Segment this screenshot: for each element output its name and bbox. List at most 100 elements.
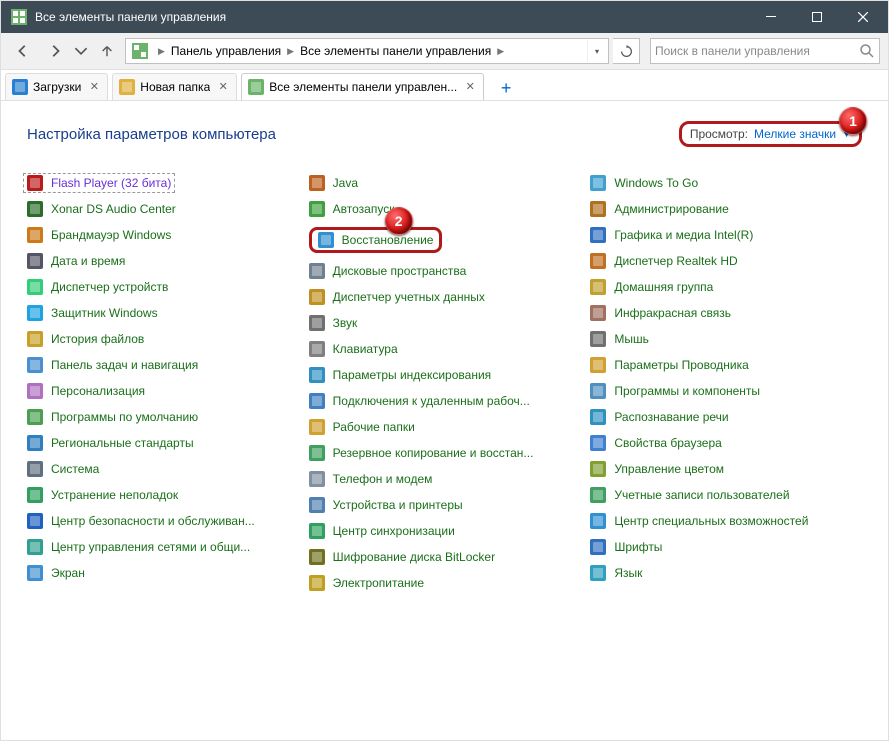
folder-icon [119,79,135,95]
up-button[interactable] [93,37,121,65]
cp-item-label: Устранение неполадок [51,488,178,502]
cp-item-label: Диспетчер устройств [51,280,168,294]
tab-close-button[interactable]: ✕ [216,80,230,94]
cp-item-power[interactable]: Электропитание [309,575,581,591]
cp-item-label: Дата и время [51,254,125,268]
cp-item-system[interactable]: Система [27,461,299,477]
cp-item-java[interactable]: Java [309,175,581,191]
cp-item-fonts[interactable]: Шрифты [590,539,862,555]
cp-item-printers[interactable]: Устройства и принтеры [309,497,581,513]
cp-item-users[interactable]: Учетные записи пользователей [590,487,862,503]
cp-item-personalize[interactable]: Персонализация [27,383,299,399]
new-tab-button[interactable]: + [494,76,518,100]
back-button[interactable] [9,37,37,65]
close-button[interactable] [840,1,886,33]
cp-item-autoplay[interactable]: Автозапуск [309,201,581,217]
cp-item-inetopts[interactable]: Свойства браузера [590,435,862,451]
devmgr-icon [27,279,43,295]
cp-item-label: Администрирование [614,202,728,216]
refresh-button[interactable] [613,38,640,64]
cp-item-label: Электропитание [333,576,424,590]
cp-item-programs[interactable]: Программы и компоненты [590,383,862,399]
backup-icon [309,445,325,461]
chevron-right-icon[interactable]: ▶ [287,46,294,57]
users-icon [590,487,606,503]
tab-close-button[interactable]: ✕ [87,80,101,94]
chevron-right-icon[interactable]: ▶ [158,46,165,57]
cp-item-sync[interactable]: Центр синхронизации [309,523,581,539]
cp-item-audio[interactable]: Xonar DS Audio Center [27,201,299,217]
tab-label: Загрузки [33,80,81,94]
cp-item-network[interactable]: Центр управления сетями и общи... [27,539,299,555]
cp-item-explorer[interactable]: Параметры Проводника [590,357,862,373]
cp-item-index[interactable]: Параметры индексирования [309,367,581,383]
cp-item-label: Диспетчер учетных данных [333,290,485,304]
address-dropdown[interactable]: ▾ [587,40,606,62]
audio-icon [27,201,43,217]
cp-item-intel[interactable]: Графика и медиа Intel(R) [590,227,862,243]
cp-item-language[interactable]: Язык [590,565,862,581]
recent-locations-button[interactable] [73,37,89,65]
maximize-button[interactable] [794,1,840,33]
cp-item-homegroup[interactable]: Домашняя группа [590,279,862,295]
cp-item-history[interactable]: История файлов [27,331,299,347]
cp-item-mouse[interactable]: Мышь [590,331,862,347]
cp-item-flash[interactable]: Flash Player (32 бита) [23,173,175,193]
cp-item-backup[interactable]: Резервное копирование и восстан... [309,445,581,461]
cp-item-region[interactable]: Региональные стандарты [27,435,299,451]
cp-item-label: Распознавание речи [614,410,728,424]
cp-item-credmgr[interactable]: Диспетчер учетных данных [309,289,581,305]
cp-item-firewall[interactable]: Брандмауэр Windows [27,227,299,243]
cp-item-defaults[interactable]: Программы по умолчанию [27,409,299,425]
tab-download[interactable]: Загрузки ✕ [5,73,108,100]
address-box[interactable]: ▶ Панель управления ▶ Все элементы панел… [125,38,609,64]
cp-item-label: Резервное копирование и восстан... [333,446,534,460]
tab-cp[interactable]: Все элементы панели управлен... ✕ [241,73,484,100]
cp-item-defender[interactable]: Защитник Windows [27,305,299,321]
cp-item-clock[interactable]: Дата и время [27,253,299,269]
cp-item-sound[interactable]: Звук [309,315,581,331]
cp-item-wtg[interactable]: Windows To Go [590,175,862,191]
cp-item-workfolders[interactable]: Рабочие папки [309,419,581,435]
tab-label: Новая папка [140,80,210,94]
download-icon [12,79,28,95]
search-input[interactable]: Поиск в панели управления [650,38,880,64]
cp-item-color[interactable]: Управление цветом [590,461,862,477]
cp-item-label: Центр безопасности и обслуживан... [51,514,255,528]
forward-button[interactable] [41,37,69,65]
cp-item-phone[interactable]: Телефон и модем [309,471,581,487]
search-icon [859,43,875,59]
cp-item-realtek[interactable]: Диспетчер Realtek HD [590,253,862,269]
window-title: Все элементы панели управления [35,10,748,24]
cp-item-label: Шифрование диска BitLocker [333,550,495,564]
inetopts-icon [590,435,606,451]
tab-close-button[interactable]: ✕ [463,80,477,94]
cp-item-troubleshoot[interactable]: Устранение неполадок [27,487,299,503]
cp-item-label: Звук [333,316,358,330]
tab-folder[interactable]: Новая папка ✕ [112,73,237,100]
cp-item-label: Параметры индексирования [333,368,491,382]
breadcrumb[interactable]: Все элементы панели управления [300,44,491,58]
cp-item-ir[interactable]: Инфракрасная связь [590,305,862,321]
cp-item-storage[interactable]: Дисковые пространства [309,263,581,279]
cp-item-label: Диспетчер Realtek HD [614,254,737,268]
realtek-icon [590,253,606,269]
tab-strip: Загрузки ✕ Новая папка ✕ Все элементы па… [1,70,888,101]
cp-item-speech[interactable]: Распознавание речи [590,409,862,425]
cp-item-bitlocker[interactable]: Шифрование диска BitLocker [309,549,581,565]
view-selector[interactable]: 1 Просмотр: Мелкие значки ▼ [679,121,862,147]
cp-item-remote[interactable]: Подключения к удаленным рабоч... [309,393,581,409]
minimize-button[interactable] [748,1,794,33]
breadcrumb[interactable]: Панель управления [171,44,281,58]
cp-item-recovery[interactable]: Восстановление [309,227,443,253]
cp-item-label: Программы по умолчанию [51,410,198,424]
cp-item-display[interactable]: Экран [27,565,299,581]
cp-item-security[interactable]: Центр безопасности и обслуживан... [27,513,299,529]
cp-item-admin[interactable]: Администрирование [590,201,862,217]
chevron-right-icon[interactable]: ▶ [497,46,504,57]
cp-item-ease[interactable]: Центр специальных возможностей [590,513,862,529]
sound-icon [309,315,325,331]
cp-item-devmgr[interactable]: Диспетчер устройств [27,279,299,295]
cp-item-keyboard[interactable]: Клавиатура [309,341,581,357]
cp-item-taskbar[interactable]: Панель задач и навигация [27,357,299,373]
